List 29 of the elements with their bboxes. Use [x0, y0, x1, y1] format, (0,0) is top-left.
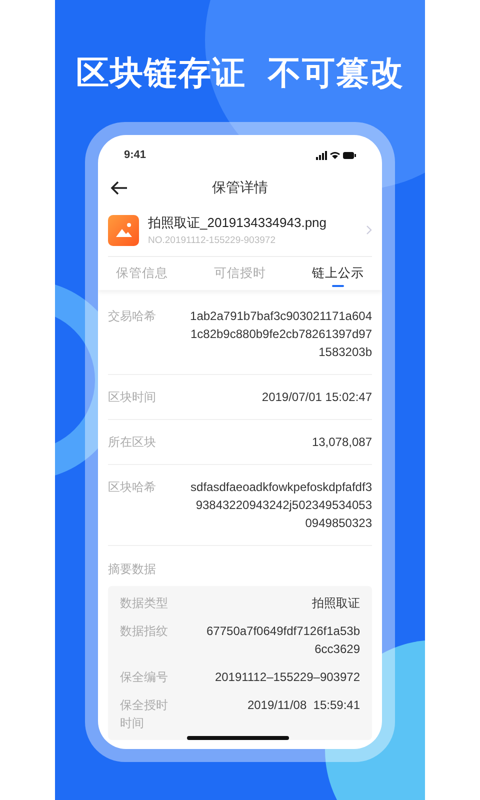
field-label: 所在区块	[108, 434, 156, 452]
page-title: 保管详情	[212, 178, 268, 197]
file-name: 拍照取证_2019134334943.png	[148, 214, 328, 232]
back-icon[interactable]	[110, 180, 128, 194]
field-label: 交易哈希	[108, 308, 156, 326]
image-file-icon	[108, 214, 139, 246]
field-value: sdfasdfaeoadkfowkpefoskdpfafdf393843220943242j5023495340530949850323	[190, 479, 372, 532]
status-time: 9:41	[124, 148, 146, 164]
file-row[interactable]: 拍照取证_2019134334943.png NO.20191112-155229-903972	[108, 204, 372, 258]
chevron-right-icon	[366, 225, 372, 236]
headline-text: 不可篡改	[268, 53, 404, 93]
field-value: 拍照取证	[311, 595, 360, 612]
field-value: 2019/07/01 15:02:47	[260, 389, 372, 406]
field-label: 区块哈希	[108, 479, 156, 496]
field-label: 数据类型	[120, 595, 169, 612]
field-label: 区块时间	[108, 389, 156, 406]
field-value: 13,078,087	[310, 434, 372, 452]
headline-text: 区块链存证	[76, 53, 246, 93]
field-value: 1ab2a791b7baf3c903021171a6041c82b9c880b9fe2cb78261397d971583203b	[190, 308, 372, 362]
section-heading: 摘要数据	[108, 561, 157, 578]
field-value: 67750a7f0649fdf7126f1a53b6cc3629	[206, 623, 360, 658]
field-value: 2019/11/08 15:59:41	[246, 697, 360, 714]
field-label: 数据指纹	[120, 623, 169, 640]
field-label: 保全授时时间	[120, 697, 169, 732]
file-number: NO.20191112-155229-903972	[148, 234, 276, 248]
tab[interactable]: 链上公示	[304, 257, 372, 290]
field-label: 保全编号	[120, 669, 169, 686]
field-value: 20191112–155229–903972	[214, 669, 360, 686]
status-icons	[316, 151, 356, 160]
